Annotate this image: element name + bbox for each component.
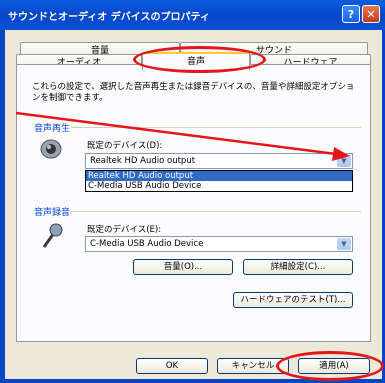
- annotation-arrow: [15, 111, 350, 161]
- properties-window: サウンドとオーディオ デバイスのプロパティ ? ✕ 音量 サウンド オーディオ …: [0, 0, 385, 383]
